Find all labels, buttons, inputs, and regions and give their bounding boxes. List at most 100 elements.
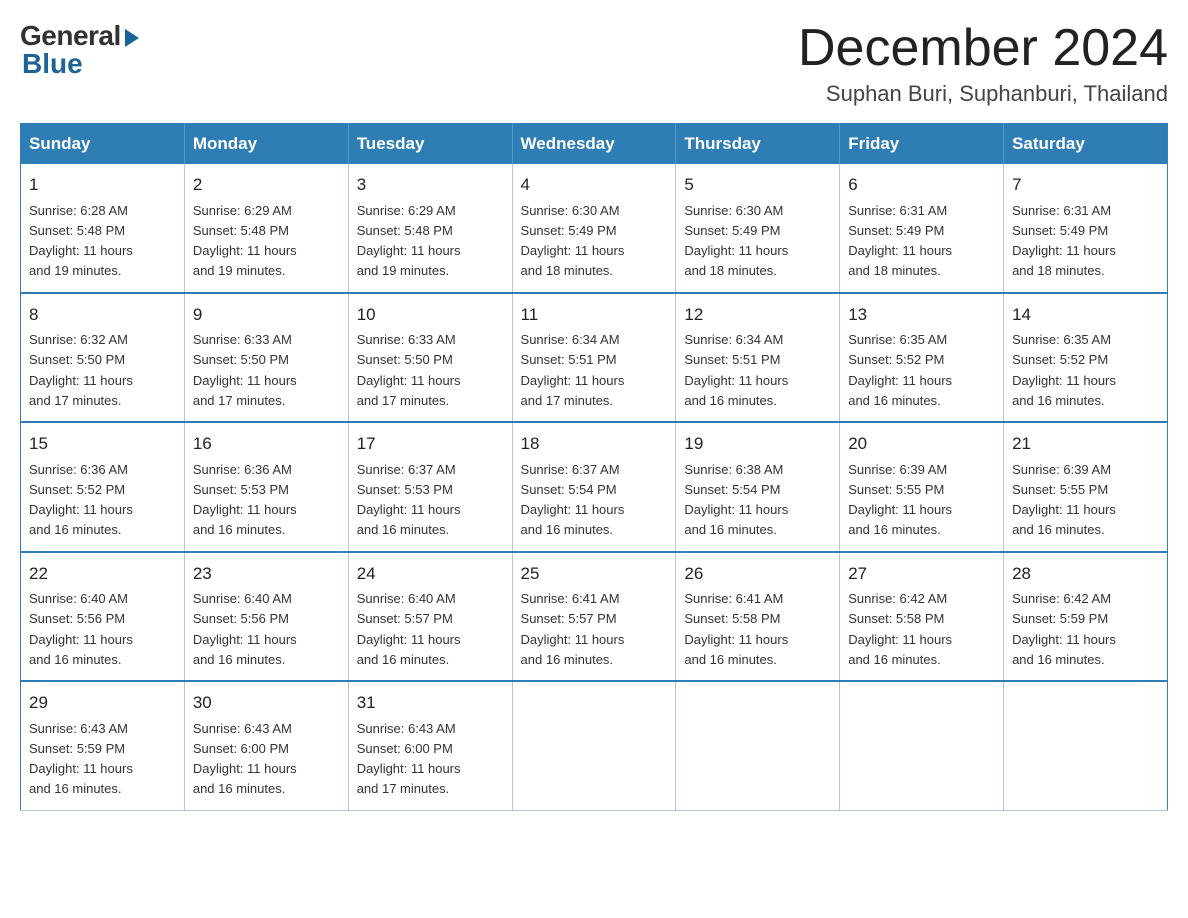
day-info: Sunrise: 6:30 AM Sunset: 5:49 PM Dayligh… <box>684 203 788 279</box>
day-number: 27 <box>848 561 995 587</box>
calendar-day-cell: 8 Sunrise: 6:32 AM Sunset: 5:50 PM Daylig… <box>21 293 185 423</box>
calendar-header-wednesday: Wednesday <box>512 124 676 165</box>
calendar-header-saturday: Saturday <box>1004 124 1168 165</box>
day-info: Sunrise: 6:34 AM Sunset: 5:51 PM Dayligh… <box>521 332 625 408</box>
day-number: 30 <box>193 690 340 716</box>
day-info: Sunrise: 6:39 AM Sunset: 5:55 PM Dayligh… <box>1012 462 1116 538</box>
day-info: Sunrise: 6:40 AM Sunset: 5:56 PM Dayligh… <box>193 591 297 667</box>
calendar-day-cell: 14 Sunrise: 6:35 AM Sunset: 5:52 PM Dayli… <box>1004 293 1168 423</box>
day-info: Sunrise: 6:29 AM Sunset: 5:48 PM Dayligh… <box>357 203 461 279</box>
day-number: 31 <box>357 690 504 716</box>
calendar-header-row: SundayMondayTuesdayWednesdayThursdayFrid… <box>21 124 1168 165</box>
day-number: 13 <box>848 302 995 328</box>
day-info: Sunrise: 6:36 AM Sunset: 5:53 PM Dayligh… <box>193 462 297 538</box>
day-number: 15 <box>29 431 176 457</box>
calendar-week-row: 8 Sunrise: 6:32 AM Sunset: 5:50 PM Daylig… <box>21 293 1168 423</box>
day-number: 2 <box>193 172 340 198</box>
logo: General Blue <box>20 20 139 80</box>
day-info: Sunrise: 6:43 AM Sunset: 6:00 PM Dayligh… <box>357 721 461 797</box>
day-number: 14 <box>1012 302 1159 328</box>
calendar-week-row: 15Sunrise: 6:36 AM Sunset: 5:52 PM Dayli… <box>21 422 1168 552</box>
calendar-week-row: 1Sunrise: 6:28 AM Sunset: 5:48 PM Daylig… <box>21 164 1168 293</box>
calendar-week-row: 29Sunrise: 6:43 AM Sunset: 5:59 PM Dayli… <box>21 681 1168 810</box>
day-number: 18 <box>521 431 668 457</box>
calendar-day-cell <box>840 681 1004 810</box>
day-number: 9 <box>193 302 340 328</box>
calendar-day-cell: 4 Sunrise: 6:30 AM Sunset: 5:49 PM Daylig… <box>512 164 676 293</box>
day-info: Sunrise: 6:39 AM Sunset: 5:55 PM Dayligh… <box>848 462 952 538</box>
day-info: Sunrise: 6:37 AM Sunset: 5:54 PM Dayligh… <box>521 462 625 538</box>
calendar-header-tuesday: Tuesday <box>348 124 512 165</box>
day-info: Sunrise: 6:41 AM Sunset: 5:57 PM Dayligh… <box>521 591 625 667</box>
calendar-header-thursday: Thursday <box>676 124 840 165</box>
calendar-day-cell: 20 Sunrise: 6:39 AM Sunset: 5:55 PM Dayli… <box>840 422 1004 552</box>
day-info: Sunrise: 6:30 AM Sunset: 5:49 PM Dayligh… <box>521 203 625 279</box>
calendar-header-sunday: Sunday <box>21 124 185 165</box>
calendar-day-cell: 23 Sunrise: 6:40 AM Sunset: 5:56 PM Dayli… <box>184 552 348 682</box>
day-number: 21 <box>1012 431 1159 457</box>
day-info: Sunrise: 6:35 AM Sunset: 5:52 PM Dayligh… <box>848 332 952 408</box>
calendar-day-cell: 2 Sunrise: 6:29 AM Sunset: 5:48 PM Daylig… <box>184 164 348 293</box>
day-info: Sunrise: 6:32 AM Sunset: 5:50 PM Dayligh… <box>29 332 133 408</box>
calendar-day-cell: 17 Sunrise: 6:37 AM Sunset: 5:53 PM Dayli… <box>348 422 512 552</box>
day-number: 17 <box>357 431 504 457</box>
day-info: Sunrise: 6:33 AM Sunset: 5:50 PM Dayligh… <box>357 332 461 408</box>
calendar-day-cell <box>1004 681 1168 810</box>
calendar-day-cell: 15Sunrise: 6:36 AM Sunset: 5:52 PM Dayli… <box>21 422 185 552</box>
day-info: Sunrise: 6:33 AM Sunset: 5:50 PM Dayligh… <box>193 332 297 408</box>
day-info: Sunrise: 6:38 AM Sunset: 5:54 PM Dayligh… <box>684 462 788 538</box>
calendar-day-cell: 1Sunrise: 6:28 AM Sunset: 5:48 PM Daylig… <box>21 164 185 293</box>
calendar-day-cell: 6Sunrise: 6:31 AM Sunset: 5:49 PM Daylig… <box>840 164 1004 293</box>
day-number: 8 <box>29 302 176 328</box>
logo-blue-text: Blue <box>22 48 83 80</box>
calendar-day-cell: 9 Sunrise: 6:33 AM Sunset: 5:50 PM Daylig… <box>184 293 348 423</box>
day-info: Sunrise: 6:28 AM Sunset: 5:48 PM Dayligh… <box>29 203 133 279</box>
day-info: Sunrise: 6:43 AM Sunset: 6:00 PM Dayligh… <box>193 721 297 797</box>
calendar-day-cell: 24 Sunrise: 6:40 AM Sunset: 5:57 PM Dayli… <box>348 552 512 682</box>
calendar-day-cell: 11 Sunrise: 6:34 AM Sunset: 5:51 PM Dayli… <box>512 293 676 423</box>
calendar-day-cell: 12 Sunrise: 6:34 AM Sunset: 5:51 PM Dayli… <box>676 293 840 423</box>
month-year-title: December 2024 <box>798 20 1168 77</box>
day-number: 4 <box>521 172 668 198</box>
day-number: 11 <box>521 302 668 328</box>
day-number: 26 <box>684 561 831 587</box>
day-number: 5 <box>684 172 831 198</box>
day-info: Sunrise: 6:42 AM Sunset: 5:58 PM Dayligh… <box>848 591 952 667</box>
day-info: Sunrise: 6:42 AM Sunset: 5:59 PM Dayligh… <box>1012 591 1116 667</box>
day-info: Sunrise: 6:34 AM Sunset: 5:51 PM Dayligh… <box>684 332 788 408</box>
day-number: 7 <box>1012 172 1159 198</box>
day-number: 28 <box>1012 561 1159 587</box>
calendar-day-cell: 13 Sunrise: 6:35 AM Sunset: 5:52 PM Dayli… <box>840 293 1004 423</box>
calendar-day-cell <box>676 681 840 810</box>
day-number: 29 <box>29 690 176 716</box>
day-info: Sunrise: 6:31 AM Sunset: 5:49 PM Dayligh… <box>848 203 952 279</box>
calendar-day-cell: 30 Sunrise: 6:43 AM Sunset: 6:00 PM Dayli… <box>184 681 348 810</box>
calendar-day-cell: 18 Sunrise: 6:37 AM Sunset: 5:54 PM Dayli… <box>512 422 676 552</box>
day-number: 16 <box>193 431 340 457</box>
day-number: 19 <box>684 431 831 457</box>
calendar-day-cell: 19 Sunrise: 6:38 AM Sunset: 5:54 PM Dayli… <box>676 422 840 552</box>
day-info: Sunrise: 6:31 AM Sunset: 5:49 PM Dayligh… <box>1012 203 1116 279</box>
day-number: 24 <box>357 561 504 587</box>
calendar-day-cell: 31 Sunrise: 6:43 AM Sunset: 6:00 PM Dayli… <box>348 681 512 810</box>
calendar-day-cell: 3 Sunrise: 6:29 AM Sunset: 5:48 PM Daylig… <box>348 164 512 293</box>
calendar-week-row: 22Sunrise: 6:40 AM Sunset: 5:56 PM Dayli… <box>21 552 1168 682</box>
day-number: 25 <box>521 561 668 587</box>
day-info: Sunrise: 6:41 AM Sunset: 5:58 PM Dayligh… <box>684 591 788 667</box>
day-number: 23 <box>193 561 340 587</box>
day-info: Sunrise: 6:35 AM Sunset: 5:52 PM Dayligh… <box>1012 332 1116 408</box>
calendar-day-cell: 7 Sunrise: 6:31 AM Sunset: 5:49 PM Daylig… <box>1004 164 1168 293</box>
day-number: 20 <box>848 431 995 457</box>
day-info: Sunrise: 6:40 AM Sunset: 5:57 PM Dayligh… <box>357 591 461 667</box>
calendar-day-cell: 10Sunrise: 6:33 AM Sunset: 5:50 PM Dayli… <box>348 293 512 423</box>
day-info: Sunrise: 6:29 AM Sunset: 5:48 PM Dayligh… <box>193 203 297 279</box>
day-number: 12 <box>684 302 831 328</box>
calendar-header-monday: Monday <box>184 124 348 165</box>
day-number: 3 <box>357 172 504 198</box>
title-area: December 2024 Suphan Buri, Suphanburi, T… <box>798 20 1168 107</box>
calendar-day-cell: 21 Sunrise: 6:39 AM Sunset: 5:55 PM Dayli… <box>1004 422 1168 552</box>
day-info: Sunrise: 6:37 AM Sunset: 5:53 PM Dayligh… <box>357 462 461 538</box>
page-header: General Blue December 2024 Suphan Buri, … <box>20 20 1168 107</box>
calendar-day-cell: 5 Sunrise: 6:30 AM Sunset: 5:49 PM Daylig… <box>676 164 840 293</box>
day-info: Sunrise: 6:40 AM Sunset: 5:56 PM Dayligh… <box>29 591 133 667</box>
